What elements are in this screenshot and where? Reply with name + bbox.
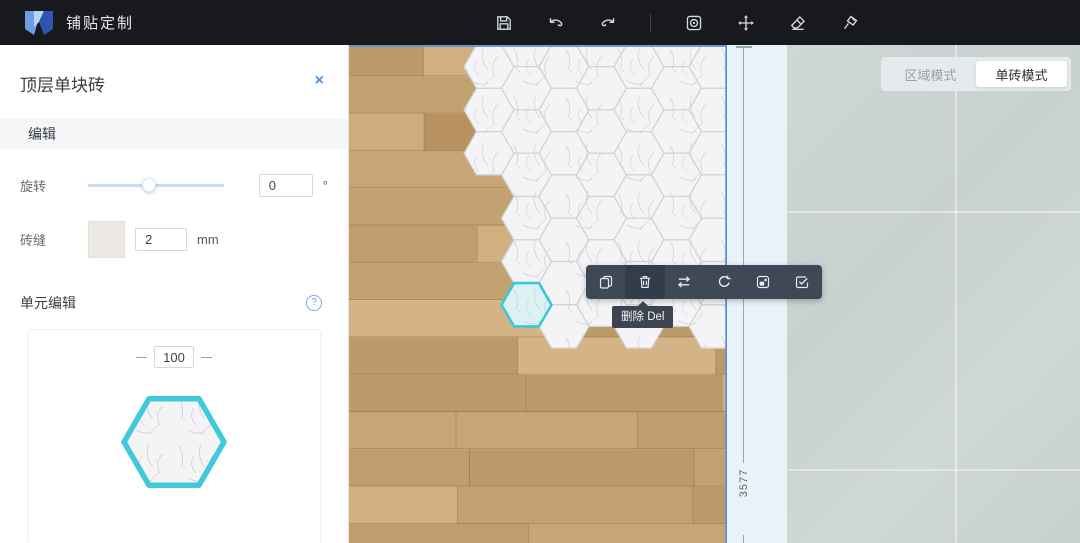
help-icon[interactable]: ? bbox=[306, 295, 322, 311]
undo-icon[interactable] bbox=[546, 13, 565, 32]
rotate-row: 旋转 ° bbox=[20, 173, 328, 197]
dimension-value: 3577 bbox=[738, 468, 750, 498]
save-icon[interactable] bbox=[494, 13, 513, 32]
swap-icon[interactable] bbox=[665, 265, 704, 299]
grout-width-input[interactable] bbox=[135, 227, 187, 251]
app-title: 铺贴定制 bbox=[66, 15, 135, 32]
mode-toggle: 区域模式 单砖模式 bbox=[881, 57, 1071, 91]
grout-label: 砖缝 bbox=[20, 232, 47, 248]
topbar: 铺贴定制 bbox=[0, 0, 1080, 45]
redo-icon[interactable] bbox=[598, 13, 617, 32]
close-icon[interactable]: × bbox=[315, 73, 324, 89]
grout-row: 砖缝 mm bbox=[20, 219, 328, 259]
adjacent-tile-surface bbox=[787, 45, 1080, 543]
unit-edit-row: 单元编辑 ? bbox=[20, 293, 328, 313]
focus-icon[interactable] bbox=[684, 13, 703, 32]
grout-color-swatch[interactable] bbox=[88, 220, 125, 258]
duplicate-icon[interactable] bbox=[586, 265, 625, 299]
edit-section-header: 编辑 bbox=[0, 119, 348, 149]
unit-size-input[interactable] bbox=[154, 346, 194, 368]
panel-header: 顶层单块砖 × bbox=[0, 45, 348, 96]
rotate-slider[interactable] bbox=[88, 178, 224, 192]
dimension-dash-right bbox=[201, 356, 212, 358]
toolbar-divider bbox=[650, 13, 651, 32]
ruler-tick bbox=[736, 46, 752, 48]
unit-size-control bbox=[29, 346, 320, 368]
ruler-line bbox=[743, 535, 744, 543]
eraser-icon[interactable] bbox=[788, 13, 807, 32]
area-mode-button[interactable]: 区域模式 bbox=[885, 61, 976, 87]
app-logo-icon bbox=[25, 10, 53, 35]
tile-grid-line bbox=[787, 211, 1080, 213]
replace-icon[interactable] bbox=[743, 265, 782, 299]
rotate-icon[interactable] bbox=[704, 265, 743, 299]
multiselect-icon[interactable] bbox=[783, 265, 822, 299]
panel-title: 顶层单块砖 bbox=[20, 76, 105, 95]
topbar-toolbar bbox=[494, 0, 859, 45]
rotate-slider-handle[interactable] bbox=[142, 178, 157, 192]
grout-unit: mm bbox=[197, 231, 219, 247]
brush-icon[interactable] bbox=[840, 13, 859, 32]
unit-edit-label: 单元编辑 bbox=[20, 295, 76, 311]
left-panel: 顶层单块砖 × 编辑 旋转 ° 砖缝 mm 单元编辑 ? bbox=[0, 45, 349, 543]
dimension-dash-left bbox=[136, 356, 147, 358]
rotate-unit: ° bbox=[322, 177, 328, 193]
ruler-line bbox=[743, 48, 744, 463]
single-tile-mode-button[interactable]: 单砖模式 bbox=[976, 61, 1067, 87]
tile-toolbar bbox=[586, 265, 822, 299]
rotate-input[interactable] bbox=[258, 173, 313, 197]
tile-grid-line bbox=[787, 469, 1080, 471]
unit-edit-card bbox=[27, 329, 321, 543]
delete-icon[interactable] bbox=[625, 265, 665, 299]
unit-hexagon-preview[interactable] bbox=[118, 394, 230, 490]
rotate-label: 旋转 bbox=[20, 178, 47, 194]
selected-tile[interactable] bbox=[499, 281, 554, 328]
app-root: 铺贴定制 顶层单块砖 × 编辑 旋转 0 ° 砖缝 2 mm 单元编辑 ? 10… bbox=[0, 0, 1080, 543]
delete-tooltip: 删除 Del bbox=[612, 301, 674, 328]
move-icon[interactable] bbox=[736, 13, 755, 32]
